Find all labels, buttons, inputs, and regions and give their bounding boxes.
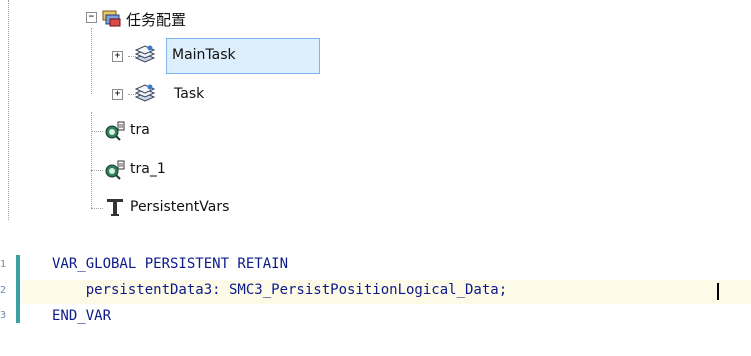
trace-icon [104,160,126,180]
tree-node-label: PersistentVars [130,199,230,215]
tree-node-maintask[interactable]: + MainTask [104,38,324,74]
line-number: 3 [0,310,7,321]
tree-node-persistentvars[interactable]: PersistentVars [100,195,320,223]
filter-funnel-icon [106,197,124,219]
task-config-icon [102,8,122,28]
code-line-3[interactable]: END_VAR [52,308,111,324]
tree-node-task[interactable]: + Task [104,80,324,110]
tree-node-label: Task [174,86,205,102]
expand-expander[interactable]: + [112,51,123,62]
tree-guide-line [91,112,92,208]
tree-guide-line [91,28,92,94]
tree-node-tra[interactable]: tra [100,118,300,146]
tree-node-label: tra [130,122,150,138]
layers-icon [134,44,156,66]
line-number: 2 [0,285,7,296]
trace-icon [104,121,126,141]
code-line-1[interactable]: VAR_GLOBAL PERSISTENT RETAIN [52,256,288,272]
text-caret [717,283,719,300]
gutter-change-bar [16,255,20,323]
line-number: 1 [0,259,7,270]
tree-node-label: MainTask [172,47,236,63]
tree-node-label: tra_1 [130,161,166,177]
tree-node-label: 任务配置 [126,11,187,29]
code-line-2[interactable]: persistentData3: SMC3_PersistPositionLog… [52,282,507,298]
tree-node-tra-1[interactable]: tra_1 [100,157,300,185]
layers-icon [134,83,156,105]
collapse-expander[interactable]: − [86,12,97,23]
tree-node-task-config[interactable]: − 任务配置 [0,4,300,34]
expand-expander[interactable]: + [112,89,123,100]
